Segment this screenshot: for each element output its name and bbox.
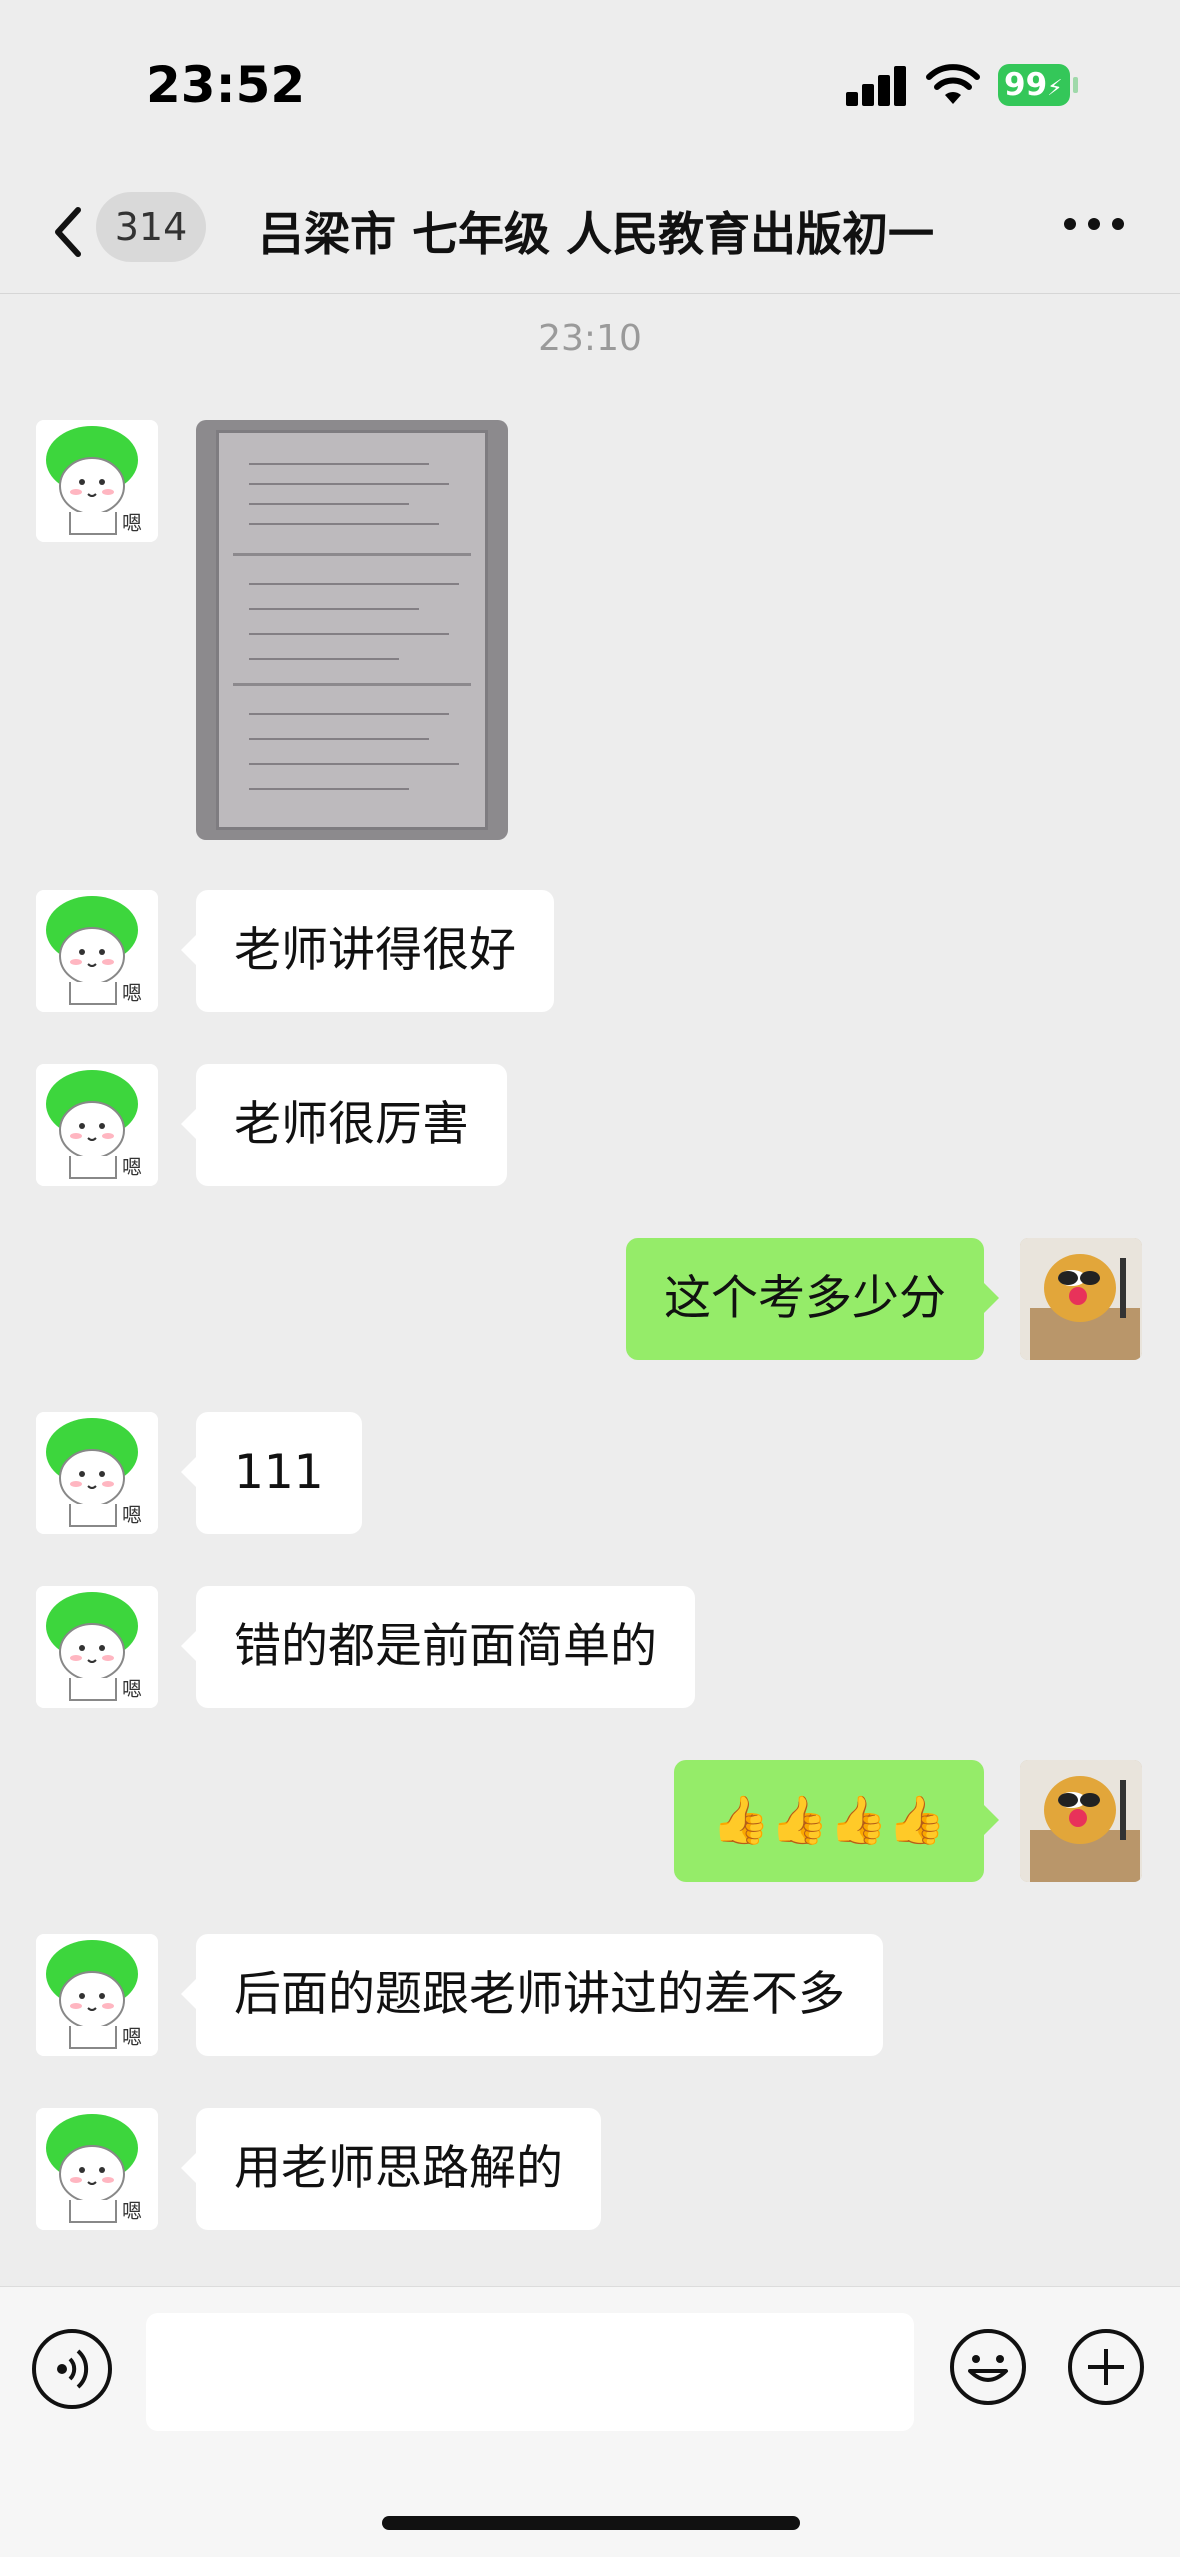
battery-icon: 99⚡: [998, 64, 1070, 106]
voice-icon[interactable]: [32, 2329, 112, 2409]
header-divider: [0, 293, 1180, 294]
photo-avatar-icon: [1020, 1238, 1142, 1360]
emoji-icon[interactable]: [948, 2327, 1028, 2407]
sender-avatar[interactable]: 嗯: [36, 2108, 158, 2230]
cartoon-avatar-icon: 嗯: [36, 1586, 158, 1708]
message-input[interactable]: [146, 2313, 914, 2431]
cartoon-avatar-icon: 嗯: [36, 1934, 158, 2056]
status-time: 23:52: [146, 56, 306, 114]
message-bubble[interactable]: 111: [181, 1412, 362, 1534]
battery-nub: [1073, 77, 1078, 93]
self-avatar[interactable]: [1020, 1238, 1142, 1360]
cartoon-avatar-icon: 嗯: [36, 2108, 158, 2230]
self-avatar[interactable]: [1020, 1760, 1142, 1882]
sender-avatar[interactable]: 嗯: [36, 1934, 158, 2056]
more-horizontal-icon[interactable]: [1064, 218, 1124, 234]
svg-text:嗯: 嗯: [122, 2199, 142, 2223]
message-bubble[interactable]: 错的都是前面简单的: [181, 1586, 695, 1708]
sender-avatar[interactable]: 嗯: [36, 420, 158, 542]
cartoon-avatar-icon: 嗯: [36, 1412, 158, 1534]
message-bubble-self[interactable]: 👍👍👍👍: [673, 1760, 1000, 1882]
cartoon-avatar-icon: 嗯: [36, 1064, 158, 1186]
cartoon-avatar-icon: 嗯: [36, 890, 158, 1012]
sender-avatar[interactable]: 嗯: [36, 1586, 158, 1708]
status-bar: 23:52 99⚡: [0, 0, 1180, 170]
plus-icon[interactable]: [1066, 2327, 1146, 2407]
chevron-left-icon[interactable]: [48, 202, 88, 262]
battery-level: 99: [1004, 67, 1048, 103]
cartoon-avatar-icon: 嗯: [36, 420, 158, 542]
message-bubble[interactable]: 用老师思路解的: [181, 2108, 601, 2230]
svg-text:嗯: 嗯: [122, 981, 142, 1005]
wifi-icon: [926, 64, 980, 104]
unread-count-badge[interactable]: 314: [96, 192, 206, 262]
voice-wave-glyph: [57, 2349, 89, 2389]
svg-text:嗯: 嗯: [122, 1503, 142, 1527]
sender-avatar[interactable]: 嗯: [36, 890, 158, 1012]
message-bubble[interactable]: 后面的题跟老师讲过的差不多: [181, 1934, 883, 2056]
svg-text:嗯: 嗯: [122, 1677, 142, 1701]
message-timestamp: 23:10: [538, 318, 642, 359]
svg-text:嗯: 嗯: [122, 2025, 142, 2049]
home-indicator: [382, 2516, 800, 2530]
cellular-signal-icon: [846, 66, 908, 106]
photo-avatar-icon: [1020, 1760, 1142, 1882]
message-bubble-self[interactable]: 这个考多少分: [626, 1238, 999, 1360]
message-bubble[interactable]: 老师讲得很好: [181, 890, 554, 1012]
svg-text:嗯: 嗯: [122, 1155, 142, 1179]
sender-avatar[interactable]: 嗯: [36, 1064, 158, 1186]
sender-avatar[interactable]: 嗯: [36, 1412, 158, 1534]
chat-title[interactable]: 吕梁市 七年级 人民教育出版初一: [258, 198, 1028, 264]
message-bubble[interactable]: 老师很厉害: [181, 1064, 507, 1186]
message-image[interactable]: [196, 420, 508, 840]
document-photo: [216, 430, 488, 830]
svg-text:嗯: 嗯: [122, 511, 142, 535]
